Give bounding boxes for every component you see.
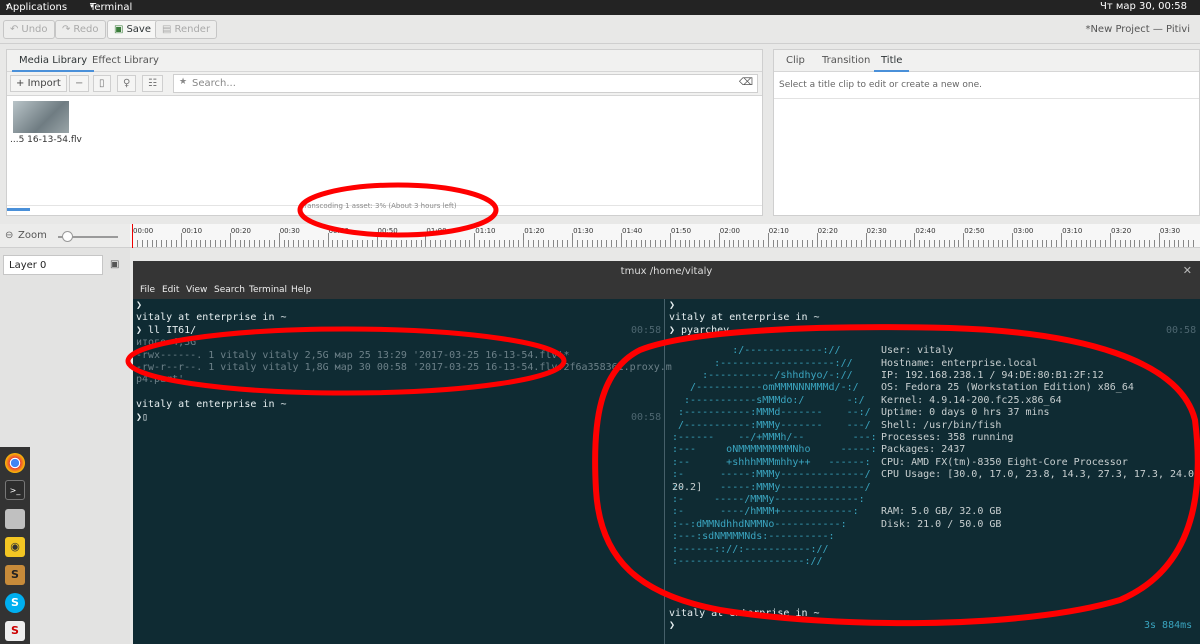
annotation-circle-listing	[125, 326, 567, 396]
annotation-circle-sysinfo	[592, 324, 1200, 627]
annotation-layer	[125, 182, 1200, 627]
annotation-circle-transcoding	[297, 182, 499, 238]
